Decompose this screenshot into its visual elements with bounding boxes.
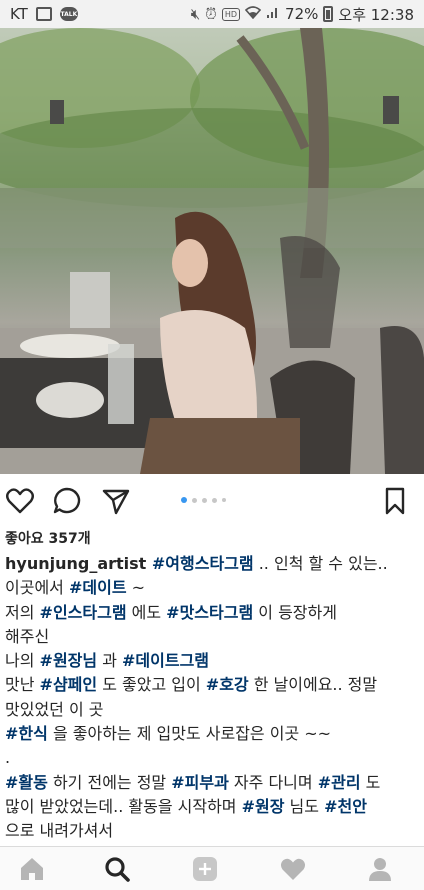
caption-text: 맛있었던 이 곳 <box>5 699 104 719</box>
gallery-icon <box>35 7 52 21</box>
caption-line: 나의 #원장님 과 #데이트그램 <box>5 649 421 673</box>
hashtag-link[interactable]: #샴페인 <box>40 675 98 694</box>
hd-badge: HD <box>221 7 241 21</box>
caption-text: . <box>5 748 11 768</box>
caption-text: 해주신 <box>5 626 50 646</box>
caption-line: 많이 받았었는데.. 활동을 시작하며 #원장 님도 #천안 <box>5 795 421 819</box>
caption-text: 저의 <box>5 602 40 622</box>
caption-text: ~ <box>126 578 146 598</box>
caption-text: 하기 전에는 정말 <box>47 772 172 792</box>
battery-percent: 72% <box>285 5 319 23</box>
carousel-dot <box>192 497 197 503</box>
caption-line: 이곳에서 #데이트 ~ <box>5 576 421 600</box>
carousel-dot <box>212 497 217 503</box>
caption-line: 으로 내려가셔서 <box>5 819 421 843</box>
caption-line: #활동 하기 전에는 정말 #피부과 자주 다니며 #관리 도 <box>5 771 421 795</box>
clock: 오후 12:38 <box>338 5 414 24</box>
profile-icon[interactable] <box>366 855 394 883</box>
activity-heart-icon[interactable] <box>279 855 307 883</box>
hashtag-link[interactable]: #피부과 <box>171 773 229 792</box>
hashtag-link[interactable]: #천안 <box>324 797 367 816</box>
carousel-dot <box>202 497 207 503</box>
bottom-navigation <box>0 846 424 890</box>
post-caption: hyunjung_artist #여행스타그램 .. 인척 할 수 있는.. 이곳… <box>5 552 421 844</box>
hashtag-link[interactable]: #호강 <box>206 675 249 694</box>
heart-icon[interactable] <box>5 486 35 516</box>
caption-line: #한식 을 좋아하는 제 입맛도 사로잡은 이곳 ~~ <box>5 722 421 746</box>
caption-text: 나의 <box>5 651 40 671</box>
carousel-dot <box>222 498 226 502</box>
hashtag-link[interactable]: #여행스타그램 <box>152 554 254 573</box>
caption-text: 님도 <box>284 796 325 816</box>
hashtag-link[interactable]: #맛스타그램 <box>166 603 253 622</box>
hashtag-link[interactable]: #인스타그램 <box>40 603 127 622</box>
photo-scene <box>0 28 424 474</box>
carrier-label: KT <box>10 5 28 23</box>
caption-text: 도 좋았고 입이 <box>97 675 206 695</box>
share-icon[interactable] <box>101 486 131 516</box>
username-link[interactable]: hyunjung_artist <box>5 554 152 573</box>
caption-text: 이 등장하게 <box>253 602 337 622</box>
likes-count[interactable]: 좋아요 357개 <box>5 528 91 548</box>
caption-text: 으로 내려가셔서 <box>5 821 114 841</box>
caption-text: 에도 <box>126 602 167 622</box>
caption-text: 많이 받았었는데.. 활동을 시작하며 <box>5 796 242 816</box>
alarm-icon: ⏰︎ <box>205 5 217 23</box>
bookmark-icon[interactable] <box>380 486 410 516</box>
caption-line: 맛있었던 이 곳 <box>5 698 421 722</box>
carousel-dot-active <box>181 497 187 503</box>
comment-icon[interactable] <box>52 486 82 516</box>
post-photo[interactable] <box>0 28 424 474</box>
hashtag-link[interactable]: #활동 <box>5 773 48 792</box>
hashtag-link[interactable]: #데이트 <box>69 578 127 597</box>
caption-text: 한 날이에요.. 정말 <box>248 675 378 695</box>
caption-line: hyunjung_artist #여행스타그램 .. 인척 할 수 있는.. <box>5 552 421 576</box>
hashtag-link[interactable]: #한식 <box>5 724 48 743</box>
signal-icon <box>266 5 280 23</box>
status-bar: KT TALK 🔇︎ ⏰︎ HD 72% 오후 12:38 <box>0 0 424 28</box>
caption-text: .. 인척 할 수 있는.. <box>253 554 388 573</box>
hashtag-link[interactable]: #관리 <box>318 773 361 792</box>
battery-icon <box>323 6 334 22</box>
home-icon[interactable] <box>18 855 46 883</box>
caption-text: 자주 다니며 <box>228 772 318 792</box>
wifi-icon <box>244 5 262 23</box>
hashtag-link[interactable]: #데이트그램 <box>122 651 209 670</box>
caption-text: 과 <box>97 651 123 671</box>
hashtag-link[interactable]: #원장 <box>242 797 285 816</box>
caption-text: 을 좋아하는 제 입맛도 사로잡은 이곳 ~~ <box>47 724 332 744</box>
add-icon[interactable] <box>191 855 219 883</box>
caption-text: 도 <box>360 772 381 792</box>
search-icon[interactable] <box>103 855 131 883</box>
caption-line: 저의 #인스타그램 에도 #맛스타그램 이 등장하게 <box>5 601 421 625</box>
mute-icon: 🔇︎ <box>190 5 201 23</box>
hashtag-link[interactable]: #원장님 <box>40 651 98 670</box>
talk-icon: TALK <box>59 7 78 21</box>
caption-text: 맛난 <box>5 675 40 695</box>
caption-line: 해주신 <box>5 625 421 649</box>
caption-line: . <box>5 746 421 770</box>
carousel-indicator <box>181 497 226 503</box>
caption-text: 이곳에서 <box>5 578 69 598</box>
caption-line: 맛난 #샴페인 도 좋았고 입이 #호강 한 날이에요.. 정말 <box>5 673 421 697</box>
